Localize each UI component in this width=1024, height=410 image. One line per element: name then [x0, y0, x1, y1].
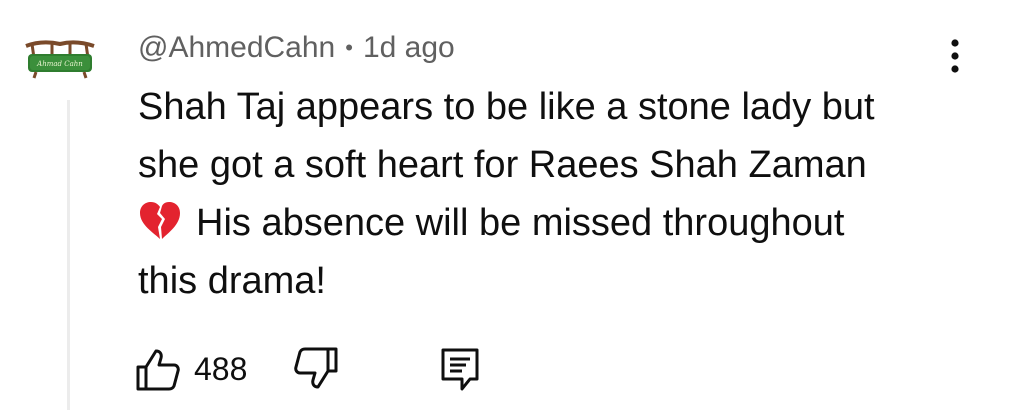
avatar-logo-icon: Ahmad Cahn: [25, 40, 95, 79]
like-button[interactable]: 488: [134, 344, 247, 394]
svg-text:Ahmad Cahn: Ahmad Cahn: [36, 60, 83, 68]
more-options-button[interactable]: [938, 36, 972, 76]
comment-line-3-wrap: His absence will be missed throughout: [138, 194, 978, 252]
like-count: 488: [194, 350, 248, 387]
dislike-button[interactable]: [294, 344, 344, 394]
comment-line-3: His absence will be missed throughout: [196, 202, 845, 244]
thumbs-up-icon: [136, 349, 180, 391]
more-vertical-icon: [951, 39, 959, 73]
comment-actions: 488: [134, 344, 534, 394]
comment-item: Ahmad Cahn @AhmedCahn • 1d ago Shah Taj …: [0, 0, 1024, 410]
comment-text: Shah Taj appears to be like a stone lady…: [138, 78, 978, 310]
comment-header: @AhmedCahn • 1d ago: [138, 28, 455, 68]
reply-comment-icon: [441, 348, 479, 391]
comment-line-4: this drama!: [138, 260, 326, 302]
avatar[interactable]: Ahmad Cahn: [22, 36, 98, 80]
broken-heart-icon: [140, 202, 180, 239]
thumbs-down-icon: [294, 347, 338, 389]
author-name[interactable]: @AhmedCahn: [138, 31, 335, 65]
thread-line: [67, 100, 70, 410]
reply-button[interactable]: [440, 346, 484, 392]
separator-dot: •: [345, 35, 353, 60]
comment-time[interactable]: 1d ago: [363, 31, 455, 65]
comment-line-2: she got a soft heart for Raees Shah Zama…: [138, 144, 867, 186]
comment-line-1: Shah Taj appears to be like a stone lady…: [138, 86, 875, 128]
